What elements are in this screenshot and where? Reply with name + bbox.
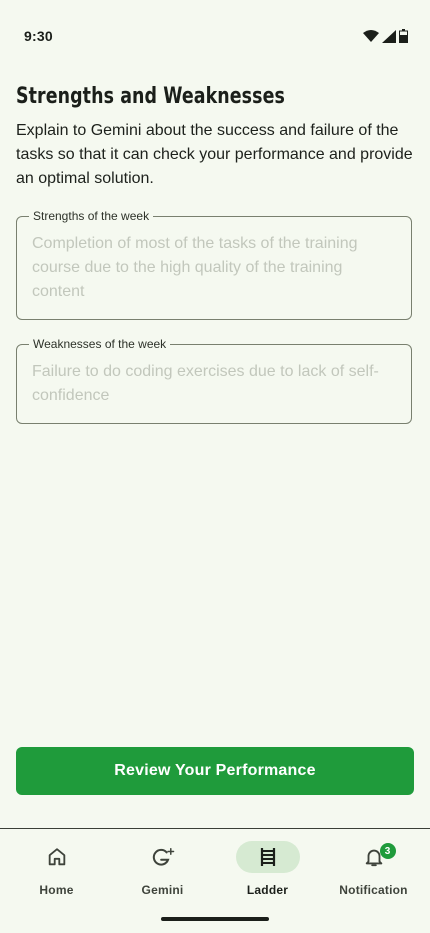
nav-label-home: Home xyxy=(39,883,74,897)
nav-item-ladder[interactable]: Ladder xyxy=(214,841,321,901)
nav-item-notification[interactable]: 3 Notification xyxy=(320,841,427,901)
page-description: Explain to Gemini about the success and … xyxy=(16,122,413,187)
nav-label-notification: Notification xyxy=(339,883,408,897)
battery-icon xyxy=(399,29,408,43)
page-title: Strengths and Weaknesses xyxy=(16,84,285,109)
status-bar: 9:30 xyxy=(0,0,430,72)
weaknesses-field-label: Weaknesses of the week xyxy=(29,337,171,351)
gemini-icon xyxy=(152,848,174,866)
status-time: 9:30 xyxy=(24,28,53,44)
home-icon xyxy=(48,848,65,866)
nav-item-home[interactable]: Home xyxy=(3,841,110,901)
nav-icon-container: 3 xyxy=(342,841,406,873)
wifi-icon xyxy=(363,30,379,42)
weaknesses-field[interactable]: Weaknesses of the week Failure to do cod… xyxy=(16,337,412,424)
strengths-field-label: Strengths of the week xyxy=(29,209,154,223)
nav-label-gemini: Gemini xyxy=(141,883,184,897)
status-icons xyxy=(363,29,408,43)
nav-icon-container-active xyxy=(235,841,300,873)
strengths-field-placeholder[interactable]: Completion of most of the tasks of the t… xyxy=(32,232,397,304)
review-performance-button[interactable]: Review Your Performance xyxy=(16,747,414,795)
weaknesses-field-placeholder[interactable]: Failure to do coding exercises due to la… xyxy=(32,360,397,408)
nav-icon-container xyxy=(131,841,195,873)
nav-label-ladder: Ladder xyxy=(246,883,289,897)
home-indicator[interactable] xyxy=(161,917,269,921)
notification-badge: 3 xyxy=(379,843,396,859)
strengths-field[interactable]: Strengths of the week Completion of most… xyxy=(16,209,412,320)
nav-item-gemini[interactable]: Gemini xyxy=(109,841,216,901)
nav-icon-container xyxy=(25,841,89,873)
ladder-icon xyxy=(260,848,275,866)
cellular-signal-icon xyxy=(382,29,396,43)
